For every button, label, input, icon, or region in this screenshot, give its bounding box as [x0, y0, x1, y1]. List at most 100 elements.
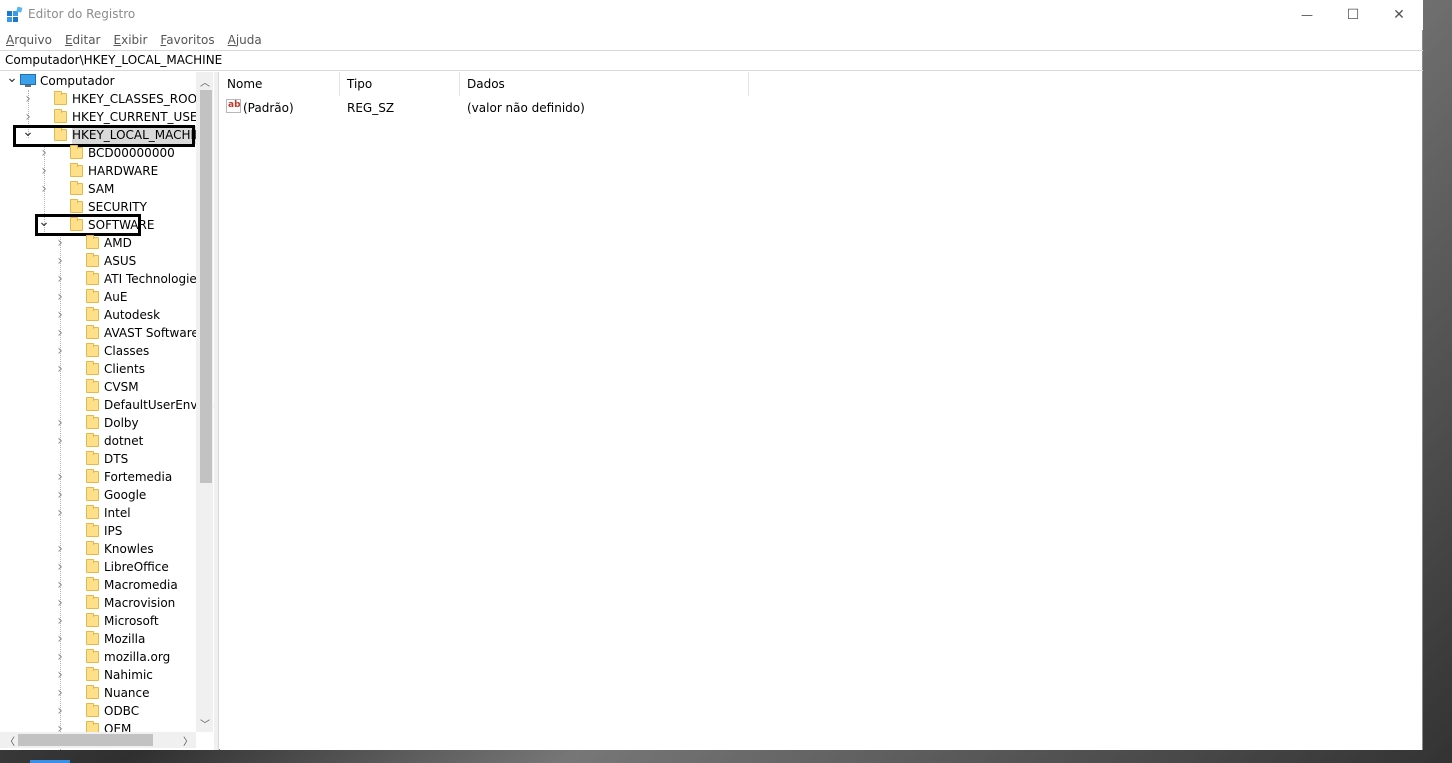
- chevron-right-icon[interactable]: ›: [54, 270, 66, 288]
- tree-item-label: Fortemedia: [104, 470, 173, 484]
- chevron-right-icon[interactable]: ›: [54, 468, 66, 486]
- tree-item-mozilla[interactable]: › Mozilla: [0, 630, 200, 648]
- key-tree[interactable]: ⌄ Computador › HKEY_CLASSES_ROOT › HKEY_CURRE…: [0, 72, 214, 750]
- tree-item-dolby[interactable]: › Dolby: [0, 414, 200, 432]
- chevron-down-icon[interactable]: ⌄: [6, 72, 18, 90]
- tree-item-odbc[interactable]: › ODBC: [0, 702, 200, 720]
- tree-item-classes[interactable]: › Classes: [0, 342, 200, 360]
- chevron-right-icon[interactable]: ›: [54, 342, 66, 360]
- maximize-button[interactable]: ☐: [1330, 0, 1376, 30]
- tree-item-nuance[interactable]: › Nuance: [0, 684, 200, 702]
- chevron-right-icon[interactable]: ›: [54, 702, 66, 720]
- scroll-down-icon[interactable]: ﹀: [200, 716, 210, 731]
- tree-item-label: Macrovision: [104, 596, 176, 610]
- chevron-right-icon[interactable]: ›: [54, 414, 66, 432]
- chevron-right-icon[interactable]: ›: [22, 90, 34, 108]
- chevron-right-icon[interactable]: ›: [54, 666, 66, 684]
- tree-item-defaultuserenvironn[interactable]: DefaultUserEnvironn: [0, 396, 214, 414]
- chevron-right-icon[interactable]: ›: [54, 306, 66, 324]
- tree-item-label: Computador: [40, 74, 115, 88]
- folder-icon: [86, 307, 99, 321]
- tree-vertical-scroll-thumb[interactable]: [200, 90, 212, 483]
- column-header-tipo[interactable]: Tipo: [340, 72, 460, 96]
- tree-item-intel[interactable]: › Intel: [0, 504, 200, 522]
- tree-horizontal-scroll-thumb[interactable]: [18, 734, 153, 746]
- tree-item-autodesk[interactable]: › Autodesk: [0, 306, 200, 324]
- chevron-right-icon[interactable]: ›: [38, 144, 50, 162]
- tree-item-macrovision[interactable]: › Macrovision: [0, 594, 200, 612]
- title-bar: Editor do Registro — ☐ ✕: [0, 0, 1423, 30]
- chevron-right-icon[interactable]: ›: [54, 684, 66, 702]
- chevron-right-icon[interactable]: ›: [54, 360, 66, 378]
- scroll-up-icon[interactable]: ︿: [200, 74, 210, 89]
- chevron-right-icon[interactable]: ›: [54, 234, 66, 252]
- chevron-right-icon[interactable]: ›: [54, 252, 66, 270]
- scroll-left-icon[interactable]: 〈: [5, 733, 15, 748]
- folder-icon: [86, 451, 99, 465]
- tree-item-asus[interactable]: › ASUS: [0, 252, 200, 270]
- chevron-right-icon[interactable]: ›: [54, 486, 66, 504]
- menu-ajuda[interactable]: Ajuda: [222, 33, 269, 47]
- tree-item-ati-technologies[interactable]: › ATI Technologies: [0, 270, 203, 288]
- tree-item-cvsm[interactable]: CVSM: [0, 378, 200, 396]
- chevron-right-icon[interactable]: ›: [54, 630, 66, 648]
- tree-item-label: ASUS: [104, 254, 137, 268]
- tree-item-computador[interactable]: ⌄ Computador: [0, 72, 200, 90]
- tree-item-google[interactable]: › Google: [0, 486, 200, 504]
- menu-editar[interactable]: Editar: [59, 33, 108, 47]
- tree-item-label: Macromedia: [104, 578, 178, 592]
- tree-item-avast-software[interactable]: › AVAST Software: [0, 324, 200, 342]
- folder-icon: [86, 235, 99, 249]
- chevron-right-icon[interactable]: ›: [54, 648, 66, 666]
- pane-splitter[interactable]: [214, 72, 219, 750]
- tree-item-aue[interactable]: › AuE: [0, 288, 200, 306]
- tree-item-label: DTS: [104, 452, 129, 466]
- menu-exibir[interactable]: Exibir: [108, 33, 155, 47]
- chevron-right-icon[interactable]: ›: [54, 504, 66, 522]
- value-data: (valor não definido): [467, 101, 585, 115]
- tree-item-dotnet[interactable]: › dotnet: [0, 432, 200, 450]
- chevron-right-icon[interactable]: ›: [54, 540, 66, 558]
- tree-item-sam[interactable]: › SAM: [0, 180, 200, 198]
- tree-item-clients[interactable]: › Clients: [0, 360, 200, 378]
- close-icon: ✕: [1393, 7, 1405, 23]
- folder-icon: [86, 541, 99, 555]
- tree-item-libreoffice[interactable]: › LibreOffice: [0, 558, 200, 576]
- folder-icon: [70, 145, 83, 159]
- column-header-nome[interactable]: Nome: [220, 72, 340, 96]
- column-header-dados[interactable]: Dados: [460, 72, 749, 96]
- menu-arquivo[interactable]: Arquivo: [0, 33, 59, 47]
- chevron-right-icon[interactable]: ›: [54, 594, 66, 612]
- chevron-right-icon[interactable]: ›: [54, 576, 66, 594]
- chevron-right-icon[interactable]: ›: [54, 612, 66, 630]
- chevron-right-icon[interactable]: ›: [38, 180, 50, 198]
- chevron-right-icon[interactable]: ›: [54, 432, 66, 450]
- chevron-right-icon[interactable]: ›: [38, 162, 50, 180]
- menu-favoritos[interactable]: Favoritos: [154, 33, 221, 47]
- tree-item-bcd00000000[interactable]: › BCD00000000: [0, 144, 200, 162]
- tree-item-ips[interactable]: IPS: [0, 522, 200, 540]
- tree-item-knowles[interactable]: › Knowles: [0, 540, 200, 558]
- registry-editor-window: Editor do Registro — ☐ ✕ Arquivo Editar …: [0, 0, 1423, 750]
- value-name[interactable]: (Padrão): [243, 99, 294, 117]
- tree-item-mozilla-org[interactable]: › mozilla.org: [0, 648, 200, 666]
- tree-item-amd[interactable]: › AMD: [0, 234, 200, 252]
- scroll-right-icon[interactable]: 〉: [183, 733, 193, 748]
- tree-item-label: dotnet: [104, 434, 144, 448]
- tree-item-fortemedia[interactable]: › Fortemedia: [0, 468, 200, 486]
- minimize-icon: —: [1301, 8, 1313, 22]
- chevron-right-icon[interactable]: ›: [54, 324, 66, 342]
- tree-item-macromedia[interactable]: › Macromedia: [0, 576, 200, 594]
- tree-item-nahimic[interactable]: › Nahimic: [0, 666, 200, 684]
- values-list[interactable]: Nome Tipo Dados ab (Padrão) REG_SZ (valo…: [220, 72, 1422, 750]
- chevron-right-icon[interactable]: ›: [54, 288, 66, 306]
- tree-item-microsoft[interactable]: › Microsoft: [0, 612, 200, 630]
- address-bar[interactable]: Computador\HKEY_LOCAL_MACHINE: [0, 50, 1423, 71]
- tree-item-hkey-classes-root[interactable]: › HKEY_CLASSES_ROOT: [0, 90, 204, 108]
- minimize-button[interactable]: —: [1284, 0, 1330, 30]
- chevron-right-icon[interactable]: ›: [54, 558, 66, 576]
- tree-item-hardware[interactable]: › HARDWARE: [0, 162, 200, 180]
- tree-item-dts[interactable]: DTS: [0, 450, 200, 468]
- tree-item-label: Dolby: [104, 416, 139, 430]
- close-button[interactable]: ✕: [1376, 0, 1422, 30]
